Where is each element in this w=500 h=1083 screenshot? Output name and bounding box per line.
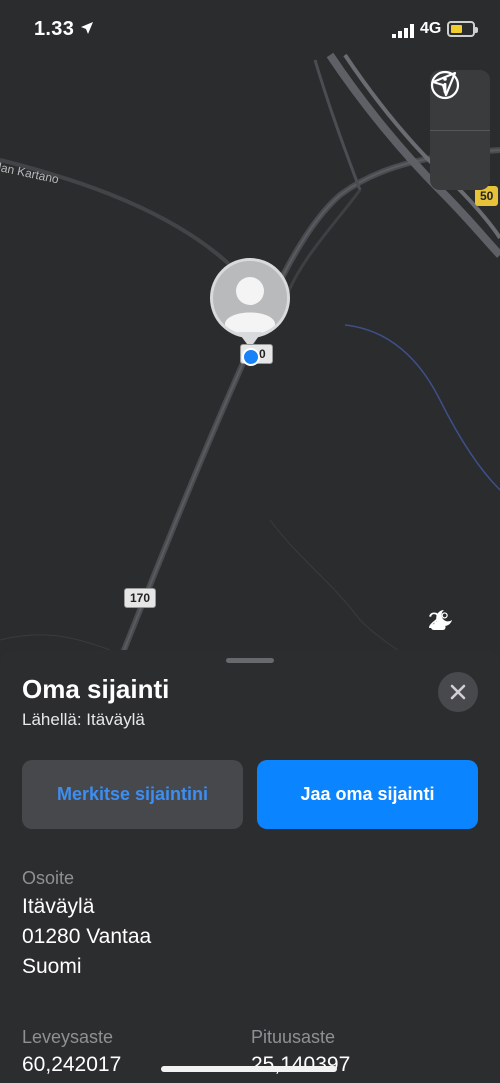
user-location-pin[interactable] xyxy=(210,258,290,358)
network-type: 4G xyxy=(420,20,442,37)
longitude-value: 25,140397 xyxy=(251,1053,351,1076)
location-services-icon xyxy=(81,22,93,34)
current-location-dot xyxy=(242,348,260,366)
home-indicator[interactable] xyxy=(161,1066,337,1072)
location-arrow-icon xyxy=(431,71,457,97)
share-location-button[interactable]: Jaa oma sijainti xyxy=(257,760,478,829)
battery-nub xyxy=(475,27,478,33)
address-line-country: Suomi xyxy=(22,955,82,978)
address-label: Osoite xyxy=(22,868,75,888)
battery-level xyxy=(451,25,462,33)
latitude-label: Leveysaste xyxy=(22,1027,114,1047)
status-bar: 1.33 4G xyxy=(0,0,500,60)
weather-widget: 2° xyxy=(428,608,452,634)
location-sheet: Oma sijainti Lähellä: Itäväylä Merkitse … xyxy=(0,650,500,1083)
battery-icon xyxy=(447,21,478,37)
mark-location-button[interactable]: Merkitse sijaintini xyxy=(22,760,243,829)
status-time: 1.33 xyxy=(34,18,75,40)
close-icon xyxy=(450,684,466,700)
route-shield-170: 170 xyxy=(124,588,157,608)
longitude-label: Pituusaste xyxy=(251,1027,336,1047)
partly-cloudy-night-icon xyxy=(431,610,452,630)
cellular-signal-icon xyxy=(392,24,414,38)
address-line-city: 01280 Vantaa xyxy=(22,925,152,948)
latitude-value: 60,242017 xyxy=(22,1053,122,1076)
map-view[interactable]: lan Kartano 170 50 0 xyxy=(0,0,500,660)
pin-pointer xyxy=(238,332,262,348)
sheet-subtitle: Lähellä: Itäväylä xyxy=(22,710,145,729)
close-button[interactable] xyxy=(438,672,478,712)
sheet-title: Oma sijainti xyxy=(22,674,170,704)
locate-button[interactable] xyxy=(430,71,490,191)
address-line-street: Itäväylä xyxy=(22,895,95,918)
map-controls xyxy=(430,70,490,190)
sheet-grabber[interactable] xyxy=(226,658,274,663)
